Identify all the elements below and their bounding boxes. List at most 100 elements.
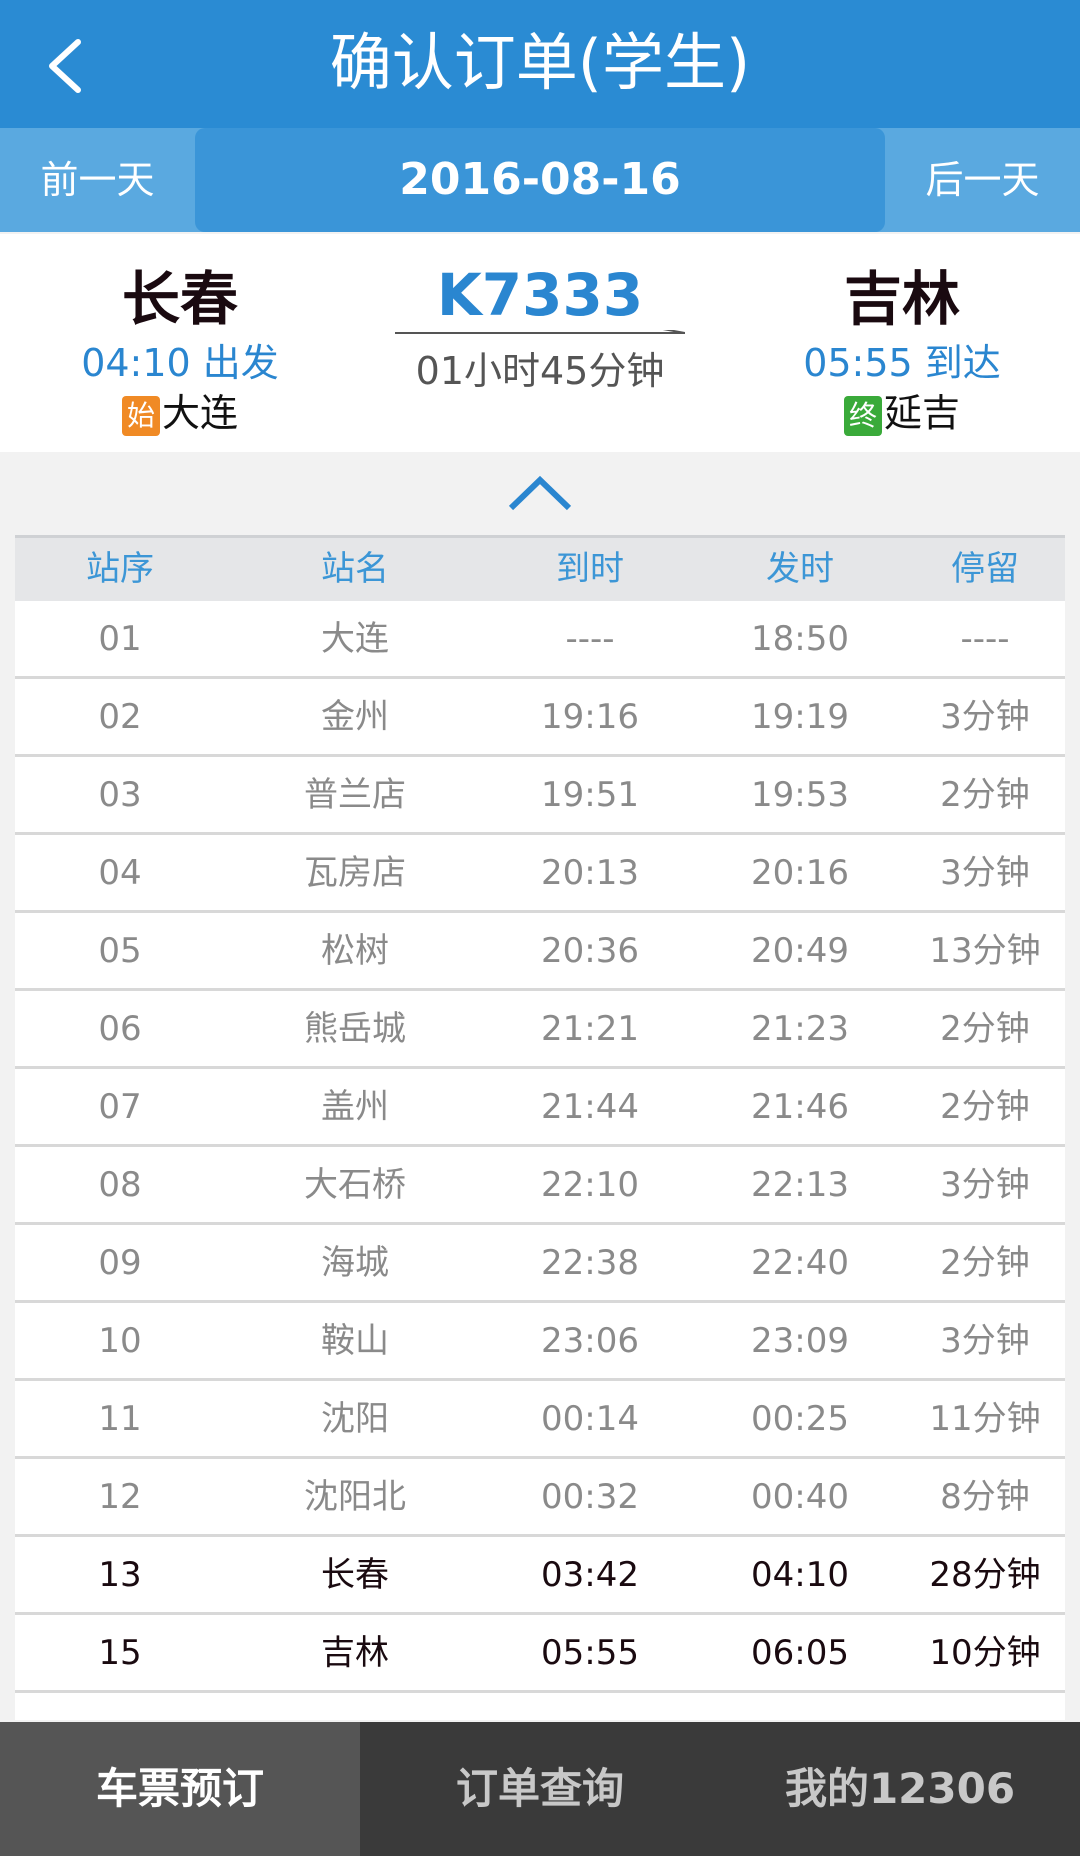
cell-arrive: 20:36: [541, 931, 639, 971]
bottom-nav: 车票预订 订单查询 我的12306: [0, 1722, 1080, 1856]
cell-seq: 15: [98, 1633, 142, 1673]
cell-station: 鞍山: [321, 1321, 389, 1361]
cell-arrive: 22:38: [541, 1243, 639, 1283]
cell-arrive: 22:10: [541, 1165, 639, 1205]
arrival-time: 05:55 到达: [803, 341, 1001, 385]
cell-station: 金州: [321, 697, 389, 737]
arrow-right-icon: [395, 330, 685, 334]
col-header-stay: 停留: [951, 549, 1019, 589]
prev-day-button[interactable]: 前一天: [0, 128, 195, 232]
cell-station: 熊岳城: [304, 1009, 406, 1049]
nav-item-booking[interactable]: 车票预订: [0, 1722, 360, 1856]
cell-stay: 2分钟: [940, 1243, 1030, 1283]
train-summary: K7333 01小时45分钟: [390, 260, 690, 396]
chevron-up-icon: [508, 475, 572, 511]
cell-stay: 10分钟: [929, 1633, 1041, 1673]
cell-stay: 11分钟: [929, 1399, 1041, 1439]
cell-seq: 09: [98, 1243, 142, 1283]
date-selector[interactable]: 2016-08-16: [195, 128, 885, 232]
cell-arrive: ----: [565, 619, 615, 659]
cell-seq: 10: [98, 1321, 142, 1361]
destination-terminal: 终延吉: [752, 388, 1052, 438]
collapse-stops-button[interactable]: [505, 470, 575, 516]
stops-table[interactable]: 站序 站名 到时 发时 停留 01 大连 ---- 18:50 ---- 02 金州 19:1…: [15, 535, 1065, 1720]
cell-station: 松树: [321, 931, 389, 971]
cell-depart: 00:40: [751, 1477, 849, 1517]
cell-seq: 06: [98, 1009, 142, 1049]
end-tag: 终: [843, 395, 882, 436]
cell-seq: 13: [98, 1555, 142, 1595]
departure-time: 04:10 出发: [81, 341, 279, 385]
cell-arrive: 00:14: [541, 1399, 639, 1439]
header-bar: 确认订单(学生): [0, 0, 1080, 128]
cell-stay: 3分钟: [940, 697, 1030, 737]
table-row: 10 鞍山 23:06 23:09 3分钟: [15, 1303, 1065, 1381]
cell-depart: 00:25: [751, 1399, 849, 1439]
cell-station: 大石桥: [304, 1165, 406, 1205]
cell-arrive: 00:32: [541, 1477, 639, 1517]
col-header-arrive: 到时: [556, 549, 624, 589]
cell-arrive: 19:51: [541, 775, 639, 815]
cell-depart: 04:10: [751, 1555, 849, 1595]
cell-stay: 2分钟: [940, 1009, 1030, 1049]
cell-station: 吉林: [321, 1633, 389, 1673]
table-row: 13 长春 03:42 04:10 28分钟: [15, 1537, 1065, 1615]
start-tag: 始: [121, 395, 160, 436]
cell-stay: 3分钟: [940, 853, 1030, 893]
col-header-depart: 发时: [766, 549, 834, 589]
cell-arrive: 05:55: [541, 1633, 639, 1673]
cell-station: 瓦房店: [304, 853, 406, 893]
cell-seq: 07: [98, 1087, 142, 1127]
table-row: 09 海城 22:38 22:40 2分钟: [15, 1225, 1065, 1303]
train-info-card: 长春 04:10 出发 始大连 K7333 01小时45分钟 吉林 05:55 …: [0, 234, 1080, 452]
table-row: 02 金州 19:16 19:19 3分钟: [15, 679, 1065, 757]
table-row: 04 瓦房店 20:13 20:16 3分钟: [15, 835, 1065, 913]
cell-arrive: 21:44: [541, 1087, 639, 1127]
cell-station: 长春: [321, 1555, 389, 1595]
table-row: 15 吉林 05:55 06:05 10分钟: [15, 1615, 1065, 1693]
cell-seq: 11: [98, 1399, 142, 1439]
cell-station: 普兰店: [304, 775, 406, 815]
train-number[interactable]: K7333: [390, 260, 690, 330]
cell-seq: 01: [98, 619, 142, 659]
cell-arrive: 20:13: [541, 853, 639, 893]
cell-station: 沈阳北: [304, 1477, 406, 1517]
nav-item-my12306[interactable]: 我的12306: [720, 1722, 1080, 1856]
cell-stay: 28分钟: [929, 1555, 1041, 1595]
cell-depart: 22:13: [751, 1165, 849, 1205]
col-header-seq: 站序: [86, 549, 154, 589]
table-row: 07 盖州 21:44 21:46 2分钟: [15, 1069, 1065, 1147]
table-row: 12 沈阳北 00:32 00:40 8分钟: [15, 1459, 1065, 1537]
nav-item-orders[interactable]: 订单查询: [360, 1722, 720, 1856]
cell-depart: 06:05: [751, 1633, 849, 1673]
table-row: 06 熊岳城 21:21 21:23 2分钟: [15, 991, 1065, 1069]
table-row: 11 沈阳 00:14 00:25 11分钟: [15, 1381, 1065, 1459]
arrival-station: 吉林 05:55 到达 终延吉: [752, 264, 1052, 438]
arrival-station-name: 吉林: [843, 265, 960, 333]
cell-stay: 3分钟: [940, 1165, 1030, 1205]
next-day-button[interactable]: 后一天: [885, 128, 1080, 232]
cell-depart: 19:53: [751, 775, 849, 815]
cell-depart: 20:49: [751, 931, 849, 971]
cell-seq: 03: [98, 775, 142, 815]
departure-station-name: 长春: [121, 265, 238, 333]
cell-stay: 13分钟: [929, 931, 1041, 971]
cell-depart: 21:46: [751, 1087, 849, 1127]
table-row: 08 大石桥 22:10 22:13 3分钟: [15, 1147, 1065, 1225]
cell-seq: 02: [98, 697, 142, 737]
route-arrow: [395, 330, 685, 340]
cell-station: 海城: [321, 1243, 389, 1283]
col-header-station: 站名: [321, 549, 389, 589]
cell-station: 大连: [321, 619, 389, 659]
table-row: 05 松树 20:36 20:49 13分钟: [15, 913, 1065, 991]
origin-terminal-name: 大连: [161, 391, 238, 435]
cell-seq: 04: [98, 853, 142, 893]
date-bar: 前一天 2016-08-16 后一天: [0, 128, 1080, 232]
cell-depart: 20:16: [751, 853, 849, 893]
cell-stay: 2分钟: [940, 1087, 1030, 1127]
cell-seq: 08: [98, 1165, 142, 1205]
cell-stay: ----: [960, 619, 1010, 659]
cell-arrive: 21:21: [541, 1009, 639, 1049]
cell-stay: 2分钟: [940, 775, 1030, 815]
stops-table-body: 01 大连 ---- 18:50 ---- 02 金州 19:16 19:19 3分钟 03 普兰店 1…: [15, 601, 1065, 1693]
